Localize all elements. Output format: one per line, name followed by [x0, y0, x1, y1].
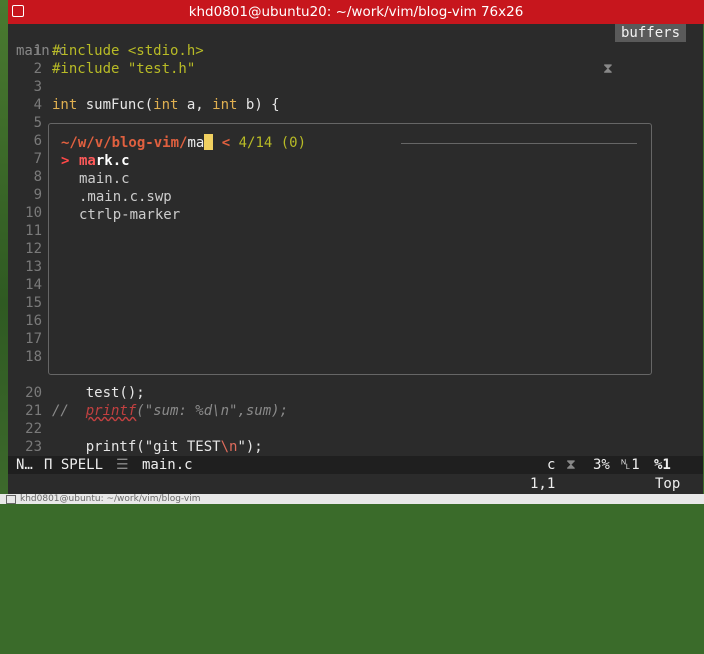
ctrlp-result-item[interactable]: .main.c.swp — [61, 188, 172, 206]
line-number: 5 — [33, 115, 42, 131]
line-number: 23 — [25, 439, 42, 455]
line-number: 22 — [25, 421, 42, 437]
line-text: test(); — [52, 385, 145, 401]
line-number: 9 — [33, 187, 42, 203]
ctrlp-indicator: < — [221, 135, 231, 151]
column-indicator: %1 — [654, 457, 671, 473]
taskbar: khd0801@ubuntu: ~/work/vim/blog-vim — [0, 494, 704, 504]
line-number: 21 — [25, 403, 42, 419]
line-number: 16 — [25, 313, 42, 329]
item-text: rk.c — [95, 153, 130, 169]
command-line[interactable]: 1,1 Top — [8, 474, 703, 494]
line-number: 1 — [33, 43, 42, 59]
code-token: sumFunc( — [77, 97, 154, 113]
item-text: .main.c.swp — [79, 189, 172, 205]
line-number: 3 — [33, 79, 42, 95]
item-match: ma — [79, 153, 96, 169]
line-number-icon: ␤1 — [620, 457, 640, 473]
line-number: 12 — [25, 241, 42, 257]
terminal-icon — [6, 495, 16, 504]
window-menu-icon[interactable] — [12, 5, 24, 17]
line-number: 15 — [25, 295, 42, 311]
scroll-percent: 3% — [593, 457, 610, 473]
line-text: #include "test.h" — [52, 61, 196, 77]
separator-icon: ☰ — [116, 457, 129, 473]
taskbar-label: khd0801@ubuntu: ~/work/vim/blog-vim — [20, 494, 201, 504]
line-text: int sumFunc(int a, int b) { — [52, 96, 280, 114]
window-titlebar[interactable]: khd0801@ubuntu20: ~/work/vim/blog-vim 76… — [8, 0, 704, 24]
line-text: // printf("sum: %d\n",sum); — [52, 402, 288, 420]
line-number: 20 — [25, 385, 42, 401]
ctrlp-path: ~/w/v/blog-vim/ — [61, 135, 188, 151]
tabline-separator-icon: ⧗ — [603, 61, 613, 77]
item-text: main.c — [79, 171, 130, 187]
line-number: 8 — [33, 169, 42, 185]
tabline: main.c ⧗ buffers — [8, 24, 703, 77]
ctrlp-match-count: 4/14 (0) — [238, 135, 307, 151]
ctrlp-result-item[interactable]: main.c — [61, 170, 130, 188]
buffers-label[interactable]: buffers — [615, 24, 687, 42]
line-number: 2 — [33, 61, 42, 77]
filetype: c — [547, 457, 556, 473]
scroll-position: Top — [655, 476, 681, 492]
keyword: int — [153, 97, 179, 113]
line-text: printf("git TEST\n"); — [52, 438, 263, 456]
keyword: int — [52, 97, 78, 113]
window-title: khd0801@ubuntu20: ~/work/vim/blog-vim 76… — [188, 4, 524, 20]
code-token: printf("git TEST — [52, 439, 221, 455]
line-number: 18 — [25, 349, 42, 365]
ctrlp-input[interactable]: ma — [187, 135, 204, 151]
status-filename: main.c — [142, 457, 193, 473]
line-number: 6 — [33, 133, 42, 149]
desktop-background — [0, 0, 8, 504]
line-number: 11 — [25, 223, 42, 239]
keyword: int — [212, 97, 238, 113]
line-number: 4 — [33, 97, 42, 113]
text-cursor — [204, 134, 214, 150]
line-text: #include <stdio.h> — [52, 43, 204, 59]
line-number: 17 — [25, 331, 42, 347]
ctrlp-result-item[interactable]: ctrlp-marker — [61, 206, 180, 224]
line-number: 13 — [25, 259, 42, 275]
spell-indicator: Π SPELL — [44, 457, 104, 473]
comment-token: ("sum: %d\n",sum); — [136, 403, 289, 419]
statusline: N… Π SPELL ☰ main.c c ⧗ 3% ␤1 %1 — [8, 456, 703, 474]
line-number: 10 — [25, 205, 42, 221]
comment-token: // — [52, 403, 86, 419]
separator-icon: ⧗ — [566, 457, 576, 473]
code-token: "); — [237, 439, 263, 455]
code-token: b) { — [237, 97, 280, 113]
escape-token: \n — [220, 439, 238, 455]
cursor-position: 1,1 — [530, 476, 556, 492]
ctrlp-result-item[interactable]: > mark.c — [61, 152, 130, 170]
code-token: a, — [178, 97, 213, 113]
line-number: 14 — [25, 277, 42, 293]
selection-marker-icon: > — [61, 153, 70, 169]
prompt-divider — [401, 143, 637, 144]
ctrlp-prompt[interactable]: ~/w/v/blog-vim/ma < 4/14 (0) — [61, 134, 306, 152]
spell-error-token: printf — [85, 403, 137, 419]
ctrlp-popup[interactable]: ~/w/v/blog-vim/ma < 4/14 (0) > mark.c mai… — [48, 123, 652, 375]
item-text: ctrlp-marker — [79, 207, 181, 223]
terminal[interactable]: main.c ⧗ buffers 1 #include <stdio.h> 2 #i… — [8, 24, 703, 494]
line-number: 7 — [33, 151, 42, 167]
mode-indicator: N… — [16, 457, 33, 473]
